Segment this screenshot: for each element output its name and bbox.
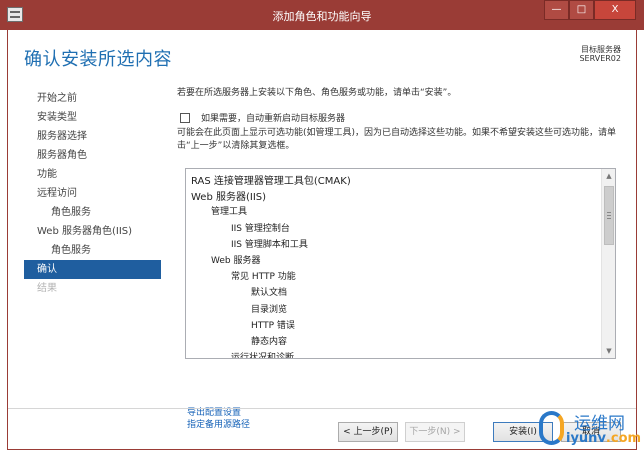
feature-list-item: Web 服务器 bbox=[211, 256, 261, 266]
grip-line bbox=[607, 212, 611, 213]
sidebar-item-6[interactable]: 角色服务 bbox=[24, 203, 161, 222]
restart-option[interactable]: 如果需要，自动重新启动目标服务器 bbox=[180, 111, 345, 124]
previous-button[interactable]: < 上一步(P) bbox=[338, 422, 398, 442]
feature-list-item: 运行状况和诊断 bbox=[231, 350, 294, 358]
feature-list-item: IIS 管理控制台 bbox=[231, 223, 290, 234]
feature-list-item: 管理工具 bbox=[211, 207, 248, 218]
watermark-url-tld: .com bbox=[605, 431, 642, 446]
sidebar-item-3[interactable]: 服务器角色 bbox=[24, 146, 161, 165]
feature-list-item: HTTP 错误 bbox=[251, 320, 295, 331]
feature-list-item: 目录浏览 bbox=[251, 304, 288, 315]
grip-line bbox=[607, 215, 611, 216]
feature-list-item: IIS 管理脚本和工具 bbox=[231, 239, 308, 250]
restart-checkbox-label[interactable]: 如果需要，自动重新启动目标服务器 bbox=[201, 111, 345, 124]
sidebar-item-10: 结果 bbox=[37, 283, 57, 294]
sidebar-item-4[interactable]: 功能 bbox=[24, 165, 161, 184]
grip-line bbox=[607, 218, 611, 219]
main-content: 若要在所选服务器上安装以下角色、角色服务或功能，请单击“安装”。 如果需要，自动… bbox=[177, 87, 624, 430]
intro-text: 若要在所选服务器上安装以下角色、角色服务或功能，请单击“安装”。 bbox=[177, 88, 457, 98]
feature-list-item: RAS 连接管理器管理工具包(CMAK) bbox=[191, 176, 351, 187]
wizard-navigation: 开始之前 安装类型 服务器选择 服务器角色 功能 远程访问 角色服务 Web 服务器角色(II… bbox=[24, 89, 161, 298]
title-bar: 添加角色和功能向导 — □ X bbox=[0, 0, 644, 30]
features-list-content: RAS 连接管理器管理工具包(CMAK) Web 服务器(IIS) 管理工具 IIS … bbox=[186, 169, 602, 358]
scrollbar-thumb[interactable] bbox=[604, 186, 614, 245]
sidebar-item-1[interactable]: 安装类型 bbox=[24, 108, 161, 127]
alternate-source-link[interactable]: 指定备用源路径 bbox=[187, 417, 250, 430]
features-list[interactable]: RAS 连接管理器管理工具包(CMAK) Web 服务器(IIS) 管理工具 IIS … bbox=[185, 168, 616, 359]
feature-list-item: 默认文档 bbox=[251, 288, 288, 299]
sidebar-item-2[interactable]: 服务器选择 bbox=[24, 127, 161, 146]
wizard-body: 确认安装所选内容 目标服务器 SERVER02 开始之前 安装类型 服务器选择 服务器… bbox=[7, 30, 637, 450]
watermark-url-main: iyunv bbox=[566, 431, 606, 446]
target-server-name: SERVER02 bbox=[579, 54, 621, 63]
next-button[interactable]: 下一步(N) > bbox=[405, 422, 465, 442]
features-scrollbar[interactable]: ▲ ▼ bbox=[601, 169, 615, 358]
sidebar-item-7[interactable]: Web 服务器角色(IIS) bbox=[24, 222, 161, 241]
watermark-logo-icon bbox=[539, 411, 564, 445]
feature-list-item: 静态内容 bbox=[251, 337, 288, 347]
sidebar-item-9[interactable]: 确认 bbox=[24, 260, 161, 279]
minimize-button[interactable]: — bbox=[544, 0, 569, 20]
page-title: 确认安装所选内容 bbox=[24, 49, 172, 70]
close-button[interactable]: X bbox=[594, 0, 636, 20]
sidebar-item-0[interactable]: 开始之前 bbox=[24, 89, 161, 108]
restart-checkbox[interactable] bbox=[180, 112, 190, 123]
optional-features-note: 可能会在此页面上显示可选功能(如管理工具)，因为已自动选择这些功能。如果不希望安… bbox=[177, 128, 617, 151]
scroll-up-arrow-icon[interactable]: ▲ bbox=[602, 169, 615, 183]
sidebar-item-8[interactable]: 角色服务 bbox=[24, 241, 161, 260]
feature-list-item: 常见 HTTP 功能 bbox=[231, 272, 296, 283]
window-controls: — □ X bbox=[544, 0, 636, 20]
feature-list-item: Web 服务器(IIS) bbox=[191, 192, 267, 204]
scroll-down-arrow-icon[interactable]: ▼ bbox=[602, 344, 615, 358]
site-watermark: 运维网 iyunv.com bbox=[536, 400, 644, 457]
watermark-url: iyunv.com bbox=[566, 431, 641, 446]
sidebar-item-5[interactable]: 远程访问 bbox=[24, 184, 161, 203]
maximize-button[interactable]: □ bbox=[569, 0, 594, 20]
